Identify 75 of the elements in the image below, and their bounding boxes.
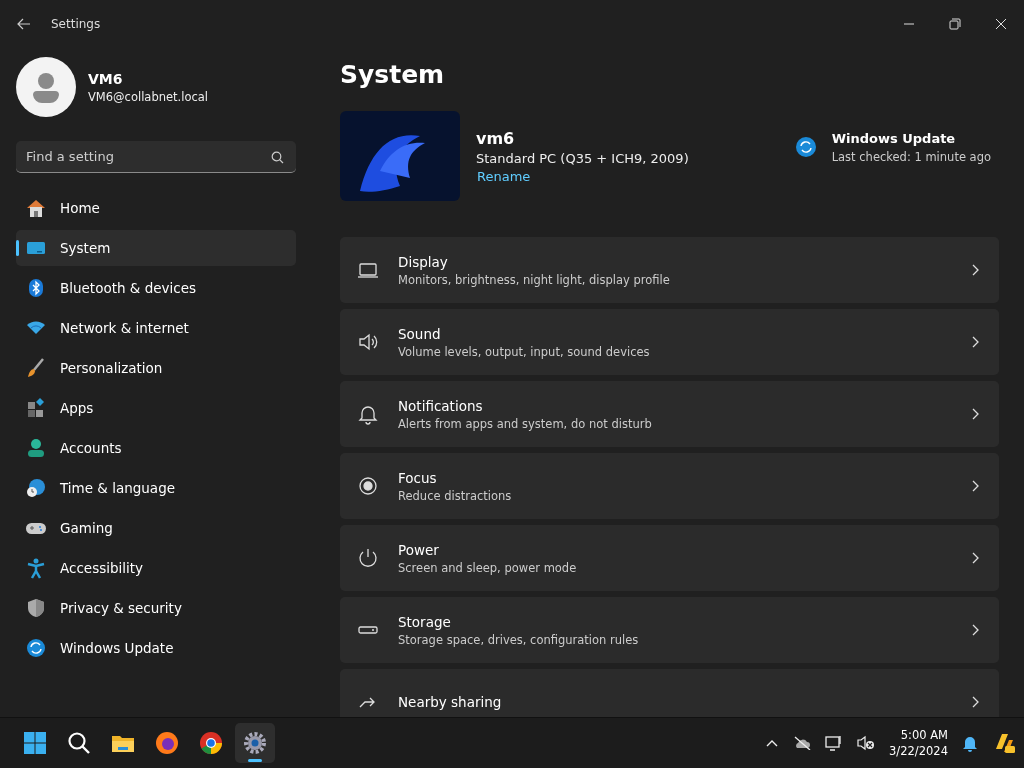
time-icon bbox=[25, 477, 47, 499]
settings-card[interactable]: Power Screen and sleep, power mode bbox=[340, 525, 999, 591]
sidebar-item[interactable]: Accounts bbox=[16, 430, 296, 466]
rename-link[interactable]: Rename bbox=[476, 168, 689, 184]
card-description: Volume levels, output, input, sound devices bbox=[398, 344, 651, 359]
sidebar-item[interactable]: Accessibility bbox=[16, 550, 296, 586]
chevron-right-icon bbox=[971, 552, 979, 564]
card-title: Power bbox=[398, 541, 440, 558]
chevron-up-icon[interactable] bbox=[765, 738, 780, 748]
window-title: Settings bbox=[51, 17, 101, 31]
account-email: VM6@collabnet.local bbox=[88, 89, 209, 104]
device-model: Standard PC (Q35 + ICH9, 2009) bbox=[476, 150, 689, 166]
account-name: VM6 bbox=[88, 70, 124, 87]
settings-card[interactable]: Storage Storage space, drives, configuration rules bbox=[340, 597, 999, 663]
avatar-icon bbox=[16, 57, 76, 117]
last-checked-text: Last checked: 1 minute ago bbox=[831, 149, 991, 164]
close-icon[interactable] bbox=[995, 18, 1007, 30]
chevron-right-icon bbox=[971, 336, 979, 348]
brush-icon bbox=[25, 357, 47, 379]
sidebar-item[interactable]: Gaming bbox=[16, 510, 296, 546]
chevron-right-icon bbox=[971, 696, 979, 708]
gear-taskbar-icon[interactable] bbox=[235, 723, 275, 763]
sidebar-item[interactable]: Privacy & security bbox=[16, 590, 296, 626]
sidebar-item[interactable]: Bluetooth & devices bbox=[16, 270, 296, 306]
network-icon[interactable] bbox=[825, 735, 844, 751]
card-title: Focus bbox=[398, 469, 438, 486]
sidebar-item[interactable]: Network & internet bbox=[16, 310, 296, 346]
sidebar-item[interactable]: Windows Update bbox=[16, 630, 296, 666]
chevron-right-icon bbox=[971, 624, 979, 636]
bell-icon[interactable] bbox=[962, 734, 978, 752]
card-title: Storage bbox=[398, 613, 452, 630]
device-name: vm6 bbox=[476, 128, 516, 148]
sidebar-item[interactable]: Apps bbox=[16, 390, 296, 426]
update-icon bbox=[25, 637, 47, 659]
card-title: Notifications bbox=[398, 397, 484, 414]
windows-update-title[interactable]: Windows Update bbox=[831, 130, 991, 146]
home-icon bbox=[25, 197, 47, 219]
settings-card[interactable]: Sound Volume levels, output, input, sound devices bbox=[340, 309, 999, 375]
chevron-right-icon bbox=[971, 408, 979, 420]
clock-date[interactable]: 3/22/2024 bbox=[889, 744, 948, 758]
sidebar-item[interactable]: System bbox=[16, 230, 296, 266]
restore-icon[interactable] bbox=[949, 18, 961, 30]
chevron-right-icon bbox=[971, 264, 979, 276]
clock-time[interactable]: 5:00 AM bbox=[900, 728, 948, 742]
card-title: Sound bbox=[398, 325, 442, 342]
sidebar-item[interactable]: Time & language bbox=[16, 470, 296, 506]
card-description: Storage space, drives, configuration rules bbox=[398, 632, 640, 647]
accessibility-icon bbox=[25, 557, 47, 579]
settings-card[interactable]: Notifications Alerts from apps and system, do not disturb bbox=[340, 381, 999, 447]
volume-muted-icon[interactable] bbox=[857, 735, 876, 751]
search-icon bbox=[271, 151, 284, 164]
card-description: Alerts from apps and system, do not disturb bbox=[398, 416, 653, 431]
apps-icon bbox=[25, 397, 47, 419]
settings-card[interactable]: Nearby sharing bbox=[340, 669, 999, 717]
page-title: System bbox=[340, 60, 446, 89]
card-description: Reduce distractions bbox=[398, 488, 513, 503]
search-field[interactable]: Find a setting bbox=[16, 141, 296, 173]
accounts-icon bbox=[25, 437, 47, 459]
card-title: Nearby sharing bbox=[398, 694, 503, 710]
bell-icon bbox=[357, 403, 379, 425]
privacy-icon bbox=[25, 597, 47, 619]
settings-card[interactable]: Focus Reduce distractions bbox=[340, 453, 999, 519]
card-title: Display bbox=[398, 253, 449, 270]
chevron-right-icon bbox=[971, 480, 979, 492]
card-description: Screen and sleep, power mode bbox=[398, 560, 578, 575]
settings-card[interactable]: Display Monitors, brightness, night light, display profile bbox=[340, 237, 999, 303]
update-icon bbox=[794, 136, 817, 158]
sound-icon bbox=[357, 331, 379, 353]
power-icon bbox=[357, 547, 379, 569]
focus-icon bbox=[357, 475, 379, 497]
back-arrow-icon[interactable] bbox=[17, 18, 31, 30]
cloud-off-icon[interactable] bbox=[793, 736, 812, 750]
sidebar-item[interactable]: Home bbox=[16, 190, 296, 226]
sidebar-item[interactable]: Personalization bbox=[16, 350, 296, 386]
card-description: Monitors, brightness, night light, display profile bbox=[398, 272, 671, 287]
